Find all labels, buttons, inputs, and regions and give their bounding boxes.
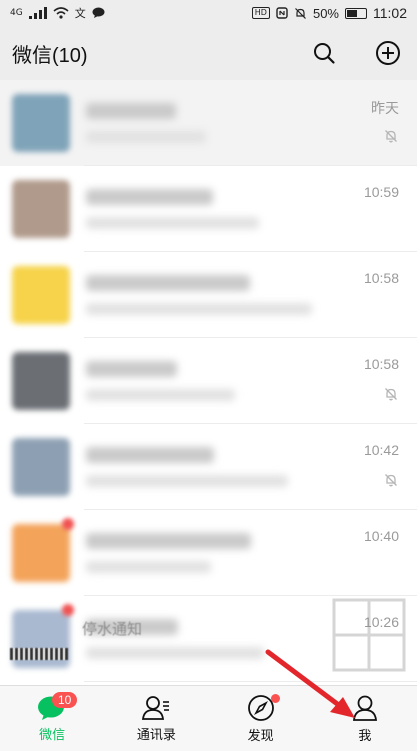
mute-bell-icon [295, 7, 306, 19]
chat-time: 昨天 [371, 100, 399, 116]
search-icon [314, 43, 335, 64]
new-dot [270, 694, 280, 703]
avatar [12, 524, 70, 582]
chat-time: 10:58 [363, 356, 399, 372]
hd-badge: HD [251, 7, 270, 19]
avatar [12, 94, 70, 152]
add-button[interactable] [371, 36, 405, 70]
tab-contacts[interactable]: 通讯录 [104, 686, 208, 751]
chat-list: 昨天 10:59 10:58 10:58 10:42 10:40 10:26 [0, 80, 417, 685]
chat-time: 10:58 [363, 270, 399, 286]
contacts-icon [142, 695, 170, 720]
chat-time: 10:42 [363, 442, 399, 458]
blurred-message-preview [86, 103, 417, 143]
search-button[interactable] [307, 36, 341, 70]
tab-me[interactable]: 我 [313, 686, 417, 751]
unread-dot [62, 604, 74, 616]
avatar [12, 438, 70, 496]
wifi-icon [53, 7, 69, 19]
mute-bell-icon [385, 388, 397, 401]
avatar [12, 352, 70, 410]
mute-bell-icon [385, 474, 397, 487]
network-label: 4G [10, 8, 23, 18]
battery-percent: 50% [312, 5, 339, 21]
unread-badge: 10 [52, 692, 78, 708]
avatar [12, 180, 70, 238]
unread-dot [62, 518, 74, 530]
tab-chats[interactable]: 10 微信 [0, 686, 104, 751]
tab-label: 发现 [247, 728, 274, 744]
person-icon [352, 695, 377, 721]
tab-label: 通讯录 [136, 727, 176, 743]
plus-circle-icon [376, 41, 400, 65]
clock: 11:02 [373, 5, 407, 21]
nfc-icon [276, 7, 288, 19]
bottom-tab-bar: 10 微信 通讯录 发现 我 [0, 685, 417, 751]
chat-item[interactable]: 10:40 [0, 510, 417, 596]
message-icon [92, 7, 105, 18]
chat-time: 10:40 [363, 528, 399, 544]
chat-time: 10:26 [363, 614, 399, 630]
mute-bell-icon [385, 130, 397, 143]
chat-item[interactable]: 10:26 [0, 596, 417, 682]
tab-label: 我 [358, 728, 372, 744]
chat-time: 10:59 [363, 184, 399, 200]
battery-icon [345, 7, 367, 19]
partial-preview-text: 停水通知 [82, 620, 143, 638]
avatar [12, 266, 70, 324]
page-title: 微信(10) [12, 44, 88, 67]
tab-label: 微信 [39, 727, 66, 743]
tab-discover[interactable]: 发现 [209, 686, 313, 751]
chat-item[interactable]: 10:58 [0, 338, 417, 424]
chat-item[interactable]: 10:59 [0, 166, 417, 252]
header-bar: 微信(10) [0, 26, 417, 80]
chat-item[interactable]: 10:58 [0, 252, 417, 338]
translate-icon: 文 [74, 7, 86, 20]
status-bar: 4G 文 HD 50% 11:02 [0, 0, 417, 26]
blurred-logo [10, 648, 68, 660]
signal-icon [28, 7, 47, 19]
chat-item[interactable]: 昨天 [0, 80, 417, 166]
chat-item[interactable]: 10:42 [0, 424, 417, 510]
